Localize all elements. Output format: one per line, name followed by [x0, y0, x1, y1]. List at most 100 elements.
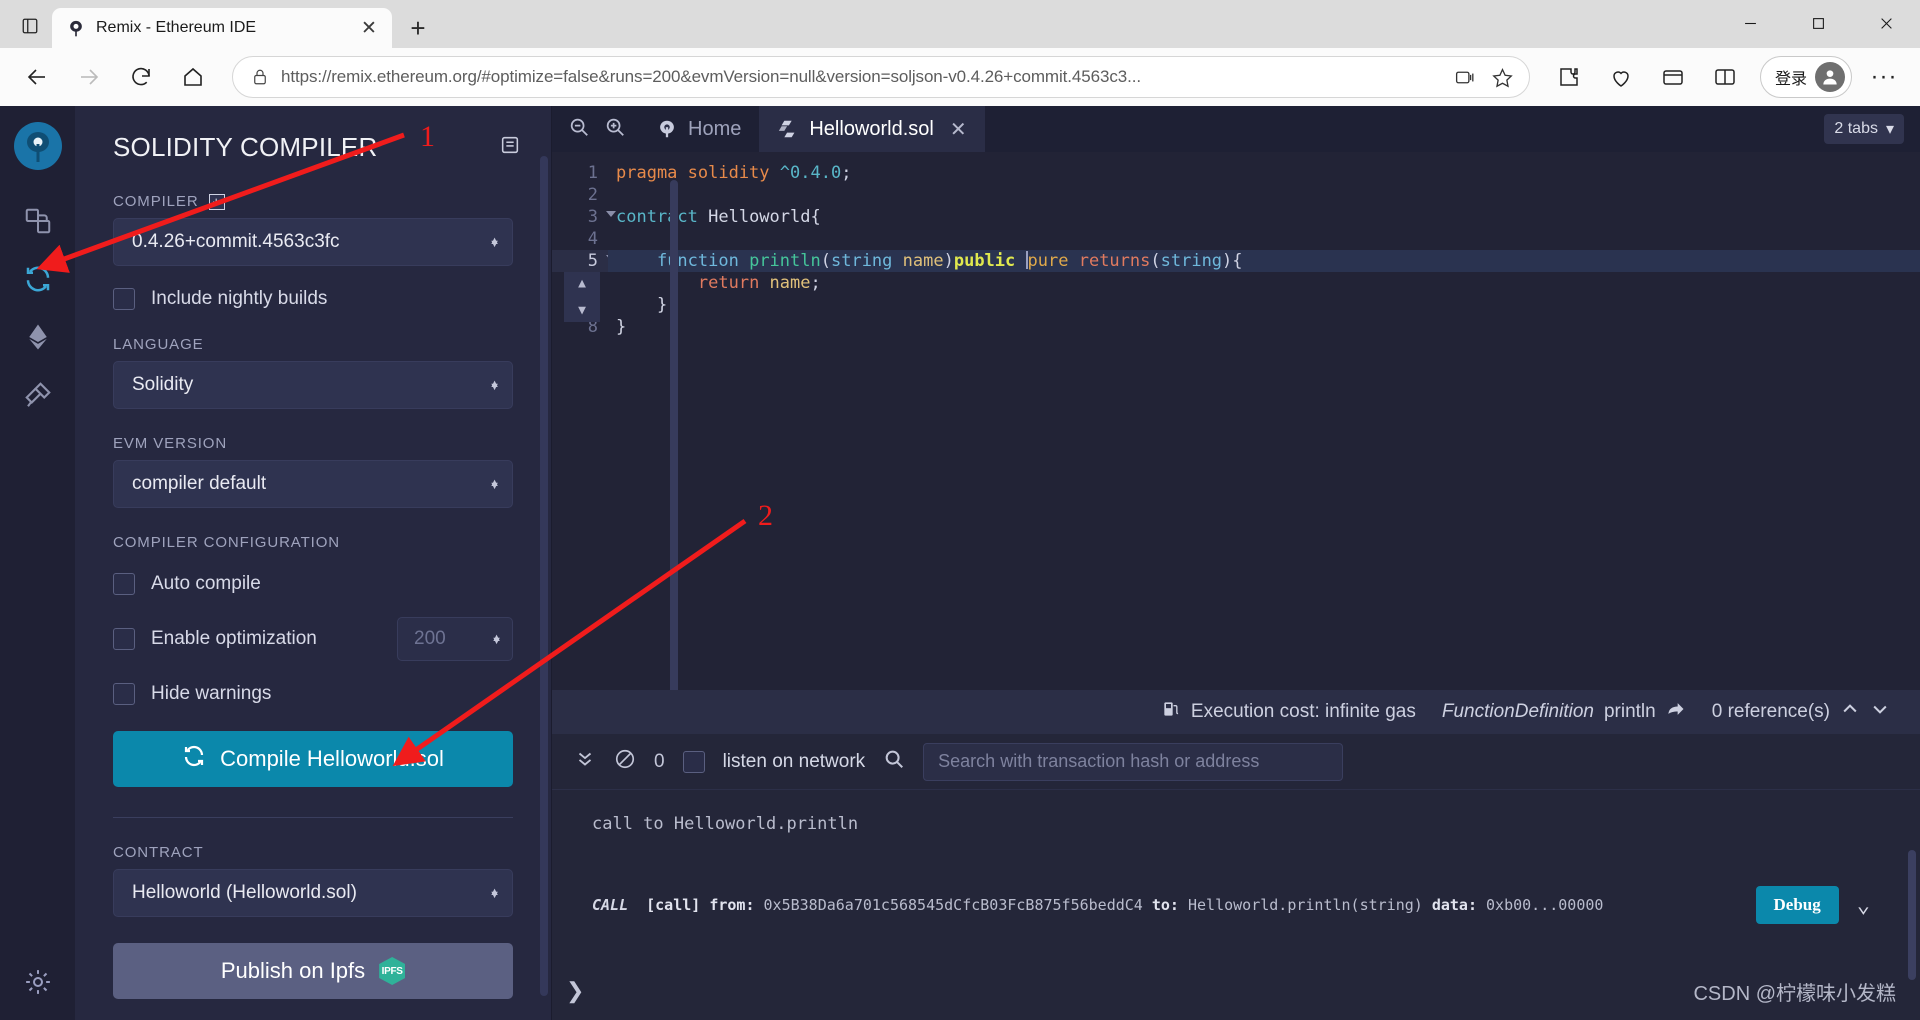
close-icon[interactable]: ✕ — [356, 15, 382, 41]
double-chevron-down-icon[interactable] — [574, 748, 596, 775]
sidebar-item-settings[interactable] — [0, 967, 75, 1002]
auto-compile-checkbox[interactable] — [113, 573, 135, 595]
extensions-icon[interactable] — [1546, 54, 1592, 100]
chevron-updown-icon: ▲ ▼ — [489, 377, 500, 393]
optimization-runs-input[interactable]: 200 ▲ ▼ — [397, 617, 513, 661]
compiler-configuration-label: COMPILER CONFIGURATION — [113, 534, 341, 551]
transaction-from: 0x5B38Da6a701c568545dCfcB03FcB875f56bedd… — [763, 896, 1143, 914]
hide-warnings-row[interactable]: Hide warnings — [113, 683, 513, 705]
chevron-up-icon[interactable] — [1840, 699, 1860, 725]
hide-warnings-label: Hide warnings — [151, 683, 272, 704]
include-nightly-builds-row[interactable]: Include nightly builds — [113, 288, 513, 310]
chevron-updown-icon: ▲ ▼ — [489, 234, 500, 250]
transaction-search-input[interactable]: Search with transaction hash or address — [923, 742, 1344, 781]
ellipsis-icon[interactable]: ··· — [1862, 55, 1906, 99]
back-arrow-icon[interactable] — [14, 54, 60, 100]
jump-to-icon[interactable] — [1666, 699, 1686, 725]
add-custom-compiler-icon[interactable]: + — [208, 193, 225, 210]
tab-helloworld-sol-label: Helloworld.sol — [809, 117, 934, 140]
auto-compile-row[interactable]: Auto compile — [113, 573, 513, 595]
sidebar-item-solidity-compiler[interactable] — [12, 252, 64, 310]
include-nightly-builds-label: Include nightly builds — [151, 288, 328, 309]
enable-optimization-checkbox[interactable] — [113, 628, 135, 650]
forward-arrow-icon[interactable] — [66, 54, 112, 100]
terminal-toolbar: 0 listen on network Search with transact… — [552, 734, 1920, 790]
reload-icon[interactable] — [118, 54, 164, 100]
compiler-version-select[interactable]: 0.4.26+commit.4563c3fc ▲ ▼ — [113, 218, 513, 266]
main-area: Home Helloworld.sol ✕ 2 tabs ▾ 1 2 3 4 5… — [552, 106, 1920, 1020]
sidebar-item-deploy-run[interactable] — [12, 310, 64, 368]
code-scrollbar[interactable] — [670, 180, 678, 690]
publish-on-ipfs-button[interactable]: Publish on Ipfs IPFS — [113, 943, 513, 999]
tab-list-icon[interactable] — [8, 6, 52, 46]
debug-button[interactable]: Debug — [1755, 886, 1839, 924]
collections-icon[interactable] — [1598, 54, 1644, 100]
close-icon[interactable]: ✕ — [950, 117, 967, 142]
code-line: return name; — [697, 273, 821, 293]
sidebar-item-plugin-manager[interactable] — [12, 368, 64, 426]
home-icon[interactable] — [170, 54, 216, 100]
editor-tab-bar: Home Helloworld.sol ✕ 2 tabs ▾ — [552, 106, 1920, 152]
search-icon[interactable] — [883, 748, 905, 775]
maximize-icon[interactable] — [1784, 0, 1852, 46]
panel-scrollbar[interactable] — [540, 156, 548, 996]
favorite-star-icon[interactable] — [1487, 61, 1519, 93]
transaction-row[interactable]: CALL [call] from: 0x5B38Da6a701c568545dC… — [592, 886, 1890, 924]
editor-status-bar: Execution cost: infinite gas FunctionDef… — [552, 690, 1920, 734]
transaction-details: [call] from: 0x5B38Da6a701c568545dCfcB03… — [646, 896, 1737, 914]
line-number-gutter: 1 2 3 4 5 6 7 8 — [552, 152, 616, 690]
address-bar[interactable]: https://remix.ethereum.org/#optimize=fal… — [232, 56, 1530, 98]
include-nightly-builds-checkbox[interactable] — [113, 288, 135, 310]
profile-button[interactable]: 登录 — [1759, 56, 1852, 98]
code-editor[interactable]: 1 2 3 4 5 6 7 8 ▲▼ pragma sol — [552, 152, 1920, 690]
chevron-down-icon[interactable]: ⌄ — [1857, 893, 1870, 918]
minimize-icon[interactable] — [1716, 0, 1784, 46]
evm-version-select[interactable]: compiler default ▲ ▼ — [113, 460, 513, 508]
remix-home-icon — [656, 118, 678, 140]
compile-button[interactable]: Compile Helloworld.sol — [113, 731, 513, 787]
terminal-count: 0 — [654, 750, 665, 772]
hide-warnings-checkbox[interactable] — [113, 683, 135, 705]
chevron-down-icon[interactable] — [1870, 699, 1890, 725]
listen-on-network-checkbox[interactable] — [682, 750, 705, 773]
line-number: 3 — [552, 206, 616, 228]
browser-tab-title: Remix - Ethereum IDE — [96, 19, 257, 36]
evm-version-label: EVM VERSION — [113, 435, 228, 452]
remix-logo-icon[interactable] — [12, 120, 64, 172]
language-select[interactable]: Solidity ▲ ▼ — [113, 361, 513, 409]
person-icon — [1815, 62, 1845, 92]
terminal-scrollbar[interactable] — [1908, 850, 1916, 980]
plus-icon[interactable]: + — [398, 8, 438, 48]
remix-ide: SOLIDITY COMPILER COMPILER + 0.4.26+comm… — [0, 106, 1920, 1020]
annotation-number-1: 1 — [420, 120, 435, 153]
code-line: contract Helloworld{ — [616, 207, 821, 227]
enable-optimization-row[interactable]: Enable optimization 200 ▲ ▼ — [113, 617, 513, 661]
split-screen-icon[interactable] — [1702, 54, 1748, 100]
tab-helloworld-sol[interactable]: Helloworld.sol ✕ — [759, 106, 985, 152]
editor-stepper[interactable]: ▲ ▼ — [564, 272, 600, 322]
tabs-count-button[interactable]: 2 tabs ▾ — [1824, 114, 1904, 144]
compiler-version-value: 0.4.26+commit.4563c3fc — [132, 231, 340, 252]
sidebar-item-file-explorer[interactable] — [12, 194, 64, 252]
ipfs-icon: IPFS — [379, 957, 406, 985]
code-content[interactable]: ▲ ▼ pragma solidity ^0.4.0; contract Hell… — [564, 152, 1920, 690]
line-number: 5 — [552, 250, 616, 272]
chevron-right-icon[interactable]: ❯ — [566, 978, 584, 1004]
zoom-out-icon[interactable] — [568, 116, 590, 143]
evm-version-value: compiler default — [132, 473, 267, 494]
close-icon[interactable] — [1852, 0, 1920, 46]
contract-select[interactable]: Helloworld (Helloworld.sol) ▲ ▼ — [113, 869, 513, 917]
tab-home[interactable]: Home — [638, 106, 759, 152]
lock-icon — [251, 68, 269, 86]
references-status: 0 reference(s) — [1712, 699, 1890, 725]
publish-on-ipfs-label: Publish on Ipfs — [220, 958, 366, 983]
browser-essentials-icon[interactable] — [1650, 54, 1696, 100]
code-line: } — [616, 317, 627, 337]
browser-tab[interactable]: Remix - Ethereum IDE ✕ — [52, 8, 392, 48]
panel-toggle-icon[interactable] — [499, 134, 521, 161]
zoom-in-icon[interactable] — [604, 116, 626, 143]
clear-console-icon[interactable] — [614, 748, 636, 775]
line-number: 1 — [587, 163, 598, 183]
read-aloud-icon[interactable] — [1449, 61, 1481, 93]
